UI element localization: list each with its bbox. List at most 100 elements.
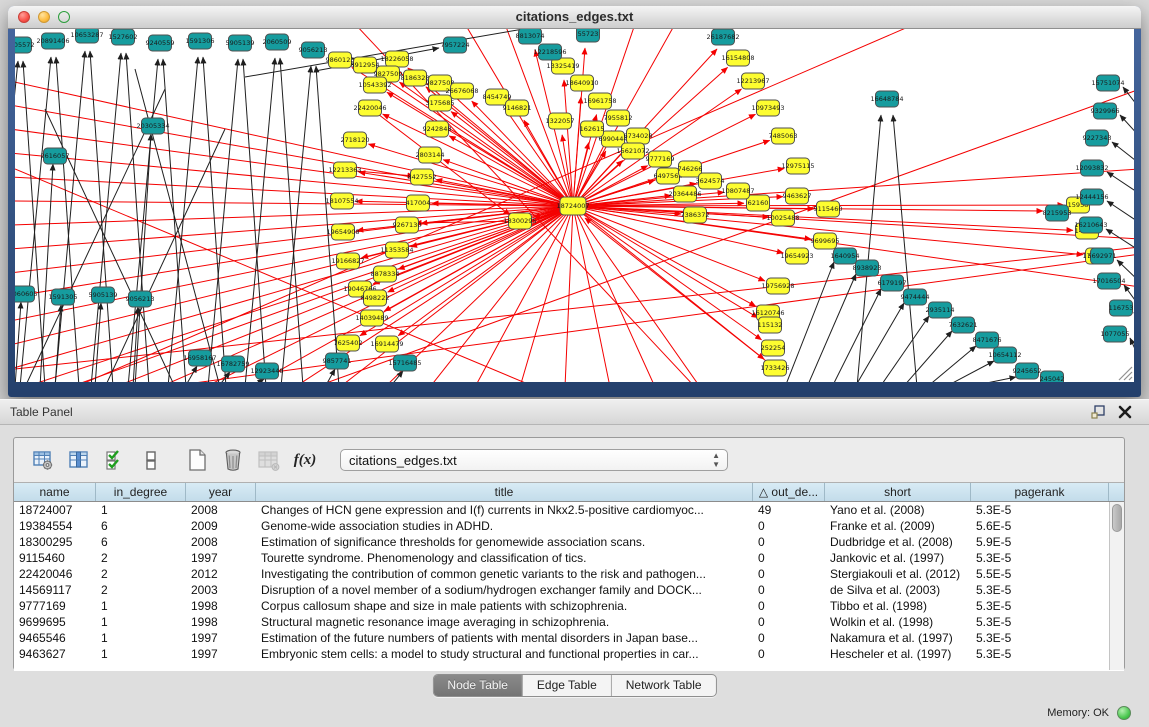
column-header-in_degree[interactable]: in_degree	[96, 483, 186, 501]
tab-edge-table[interactable]: Edge Table	[523, 675, 612, 696]
close-panel-icon[interactable]	[1117, 404, 1133, 420]
table-cell-title[interactable]: Changes of HCN gene expression and I(f) …	[256, 502, 753, 518]
table-cell-year[interactable]: 1997	[186, 550, 256, 566]
table-cell-short[interactable]: Wolkin et al. (1998)	[825, 614, 971, 630]
table-cell-name[interactable]: 14569117	[14, 582, 96, 598]
table-row[interactable]: 946362711997Embryonic stem cells: a mode…	[14, 646, 1109, 662]
column-header-out_de[interactable]: △ out_de...	[753, 483, 825, 501]
table-cell-out_de[interactable]: 0	[753, 646, 825, 662]
column-header-title[interactable]: title	[256, 483, 753, 501]
vertical-scrollbar[interactable]	[1109, 502, 1124, 670]
table-cell-in_degree[interactable]: 1	[96, 502, 186, 518]
column-header-name[interactable]: name	[14, 483, 96, 501]
table-cell-year[interactable]: 1997	[186, 646, 256, 662]
table-cell-out_de[interactable]: 0	[753, 534, 825, 550]
table-cell-pagerank[interactable]: 5.3E-5	[971, 646, 1109, 662]
table-cell-title[interactable]: Corpus callosum shape and size in male p…	[256, 598, 753, 614]
table-row[interactable]: 2242004622012Investigating the contribut…	[14, 566, 1109, 582]
delete-table-icon[interactable]	[218, 446, 248, 474]
table-cell-in_degree[interactable]: 1	[96, 598, 186, 614]
table-selector-dropdown[interactable]: citations_edges.txt ▲▼	[340, 449, 728, 471]
table-cell-in_degree[interactable]: 2	[96, 550, 186, 566]
new-table-icon[interactable]	[182, 446, 212, 474]
minimize-window-button[interactable]	[38, 11, 50, 23]
table-cell-out_de[interactable]: 0	[753, 630, 825, 646]
column-header-year[interactable]: year	[186, 483, 256, 501]
table-cell-short[interactable]: Jankovic et al. (1997)	[825, 550, 971, 566]
table-cell-name[interactable]: 9777169	[14, 598, 96, 614]
table-cell-title[interactable]: Structural magnetic resonance image aver…	[256, 614, 753, 630]
select-rows-icon[interactable]	[100, 446, 130, 474]
resize-grip-icon[interactable]	[1129, 377, 1132, 380]
table-cell-short[interactable]: Franke et al. (2009)	[825, 518, 971, 534]
table-cell-pagerank[interactable]: 5.6E-5	[971, 518, 1109, 534]
table-cell-year[interactable]: 2012	[186, 566, 256, 582]
table-row[interactable]: 1938455462009Genome-wide association stu…	[14, 518, 1109, 534]
table-cell-title[interactable]: Disruption of a novel member of a sodium…	[256, 582, 753, 598]
table-cell-title[interactable]: Estimation of the future numbers of pati…	[256, 630, 753, 646]
network-canvas[interactable]: 1872400798601238912954182260589827509105…	[15, 29, 1134, 382]
table-settings-icon[interactable]	[28, 446, 58, 474]
tab-node-table[interactable]: Node Table	[433, 675, 523, 696]
table-cell-pagerank[interactable]: 5.3E-5	[971, 598, 1109, 614]
table-cell-pagerank[interactable]: 5.3E-5	[971, 614, 1109, 630]
table-cell-in_degree[interactable]: 1	[96, 630, 186, 646]
table-cell-out_de[interactable]: 0	[753, 566, 825, 582]
table-cell-year[interactable]: 1998	[186, 598, 256, 614]
function-builder-icon[interactable]: f(x)	[290, 446, 320, 474]
table-cell-pagerank[interactable]: 5.3E-5	[971, 502, 1109, 518]
table-cell-in_degree[interactable]: 1	[96, 614, 186, 630]
window-titlebar[interactable]: citations_edges.txt	[8, 6, 1141, 29]
table-cell-name[interactable]: 9465546	[14, 630, 96, 646]
table-row[interactable]: 977716911998Corpus callosum shape and si…	[14, 598, 1109, 614]
table-cell-title[interactable]: Estimation of significance thresholds fo…	[256, 534, 753, 550]
table-cell-year[interactable]: 2008	[186, 502, 256, 518]
table-row[interactable]: 1830029562008Estimation of significance …	[14, 534, 1109, 550]
table-cell-short[interactable]: Yano et al. (2008)	[825, 502, 971, 518]
scrollbar-thumb[interactable]	[1112, 504, 1122, 532]
table-row[interactable]: 1872400712008Changes of HCN gene express…	[14, 502, 1109, 518]
table-cell-short[interactable]: Hescheler et al. (1997)	[825, 646, 971, 662]
table-cell-in_degree[interactable]: 6	[96, 534, 186, 550]
table-cell-title[interactable]: Embryonic stem cells: a model to study s…	[256, 646, 753, 662]
close-window-button[interactable]	[18, 11, 30, 23]
table-cell-out_de[interactable]: 0	[753, 518, 825, 534]
zoom-window-button[interactable]	[58, 11, 70, 23]
table-cell-short[interactable]: Nakamura et al. (1997)	[825, 630, 971, 646]
column-visibility-icon[interactable]	[64, 446, 94, 474]
table-cell-out_de[interactable]: 0	[753, 550, 825, 566]
table-row[interactable]: 1456911722003Disruption of a novel membe…	[14, 582, 1109, 598]
table-cell-year[interactable]: 2009	[186, 518, 256, 534]
table-cell-name[interactable]: 18300295	[14, 534, 96, 550]
column-header-pagerank[interactable]: pagerank	[971, 483, 1109, 501]
column-header-short[interactable]: short	[825, 483, 971, 501]
table-row[interactable]: 969969511998Structural magnetic resonanc…	[14, 614, 1109, 630]
clear-selection-icon[interactable]	[136, 446, 166, 474]
table-cell-title[interactable]: Investigating the contribution of common…	[256, 566, 753, 582]
table-cell-year[interactable]: 1997	[186, 630, 256, 646]
table-cell-title[interactable]: Tourette syndrome. Phenomenology and cla…	[256, 550, 753, 566]
table-cell-year[interactable]: 1998	[186, 614, 256, 630]
table-cell-in_degree[interactable]: 2	[96, 566, 186, 582]
table-cell-name[interactable]: 18724007	[14, 502, 96, 518]
table-cell-short[interactable]: Dudbridge et al. (2008)	[825, 534, 971, 550]
table-cell-year[interactable]: 2008	[186, 534, 256, 550]
import-table-icon[interactable]	[254, 446, 284, 474]
table-cell-name[interactable]: 22420046	[14, 566, 96, 582]
table-cell-name[interactable]: 19384554	[14, 518, 96, 534]
table-cell-pagerank[interactable]: 5.3E-5	[971, 550, 1109, 566]
network-svg[interactable]: 1872400798601238912954182260589827509105…	[15, 29, 1134, 382]
table-cell-out_de[interactable]: 0	[753, 582, 825, 598]
float-panel-icon[interactable]	[1091, 404, 1107, 420]
table-cell-title[interactable]: Genome-wide association studies in ADHD.	[256, 518, 753, 534]
table-cell-in_degree[interactable]: 2	[96, 582, 186, 598]
table-cell-name[interactable]: 9463627	[14, 646, 96, 662]
table-cell-pagerank[interactable]: 5.5E-5	[971, 566, 1109, 582]
table-cell-name[interactable]: 9699695	[14, 614, 96, 630]
table-cell-out_de[interactable]: 0	[753, 614, 825, 630]
table-cell-out_de[interactable]: 0	[753, 598, 825, 614]
table-cell-name[interactable]: 9115460	[14, 550, 96, 566]
table-cell-pagerank[interactable]: 5.3E-5	[971, 630, 1109, 646]
table-cell-short[interactable]: de Silva et al. (2003)	[825, 582, 971, 598]
table-cell-short[interactable]: Tibbo et al. (1998)	[825, 598, 971, 614]
